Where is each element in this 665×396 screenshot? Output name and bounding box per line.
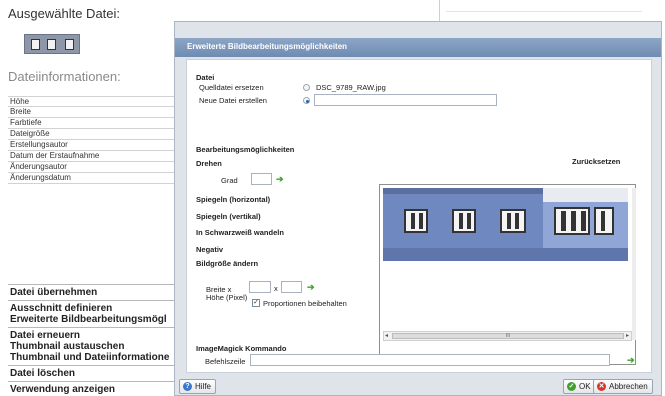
action-show-usage[interactable]: Verwendung anzeigen <box>10 384 176 395</box>
preview-vertical-scrollbar[interactable] <box>632 188 636 340</box>
command-line-label: Befehlszeile <box>205 357 246 366</box>
resize-heading: Bildgröße ändern <box>196 259 259 268</box>
mirror-vertical-option[interactable]: Spiegeln (vertikal) <box>196 212 261 221</box>
options-section-heading: Bearbeitungsmöglichkeiten <box>196 145 295 154</box>
info-row-file-size: Dateigröße <box>8 129 178 140</box>
action-thumbnail-and-info[interactable]: Thumbnail und Dateiinformatione <box>10 352 176 363</box>
width-input[interactable] <box>249 281 271 293</box>
info-row-capture-date: Datum der Erstaufnahme <box>8 151 178 162</box>
degree-label: Grad <box>221 176 238 185</box>
apply-command-arrow-icon[interactable]: ➔ <box>627 355 635 365</box>
new-file-radio[interactable] <box>303 97 310 104</box>
imagemagick-heading: ImageMagick Kommando <box>196 344 287 353</box>
dialog-body: Datei Quelldatei ersetzen DSC_9789_RAW.j… <box>186 59 652 373</box>
preview-photo <box>383 188 628 261</box>
command-line-input[interactable] <box>250 354 610 366</box>
ok-button-label: OK <box>579 382 591 391</box>
file-section-heading: Datei <box>196 73 215 82</box>
preview-horizontal-scrollbar[interactable]: ◂ III ▸ <box>383 331 632 341</box>
action-renew-file[interactable]: Datei erneuern <box>10 330 176 341</box>
mirror-horizontal-option[interactable]: Spiegeln (horizontal) <box>196 195 270 204</box>
file-thumbnail[interactable] <box>24 34 80 54</box>
close-icon: ✕ <box>597 382 606 391</box>
dialog-footer: ? Hilfe ✓ OK ✕ Abbrechen <box>175 377 661 395</box>
info-row-modified-by: Änderungsautor <box>8 162 178 173</box>
file-info-table: Höhe Breite Farbtiefe Dateigröße Erstell… <box>8 96 178 184</box>
action-group: Datei übernehmen <box>8 284 178 300</box>
selected-file-heading: Ausgewählte Datei: <box>8 6 121 21</box>
action-group: Datei löschen <box>8 365 178 381</box>
cancel-button[interactable]: ✕ Abbrechen <box>593 379 653 394</box>
help-button-label: Hilfe <box>195 382 212 391</box>
action-group: Datei erneuern Thumbnail austauschen Thu… <box>8 327 178 365</box>
replace-source-label: Quelldatei ersetzen <box>199 83 264 92</box>
action-group: Verwendung anzeigen <box>8 381 178 396</box>
action-accept-file[interactable]: Datei übernehmen <box>10 287 176 298</box>
keep-ratio-checkbox[interactable]: ✓ <box>252 299 260 307</box>
new-file-name-input[interactable] <box>314 94 497 106</box>
size-separator: x <box>274 284 278 293</box>
help-button[interactable]: ? Hilfe <box>179 379 217 394</box>
file-actions-list: Datei übernehmen Ausschnitt definieren E… <box>8 284 178 396</box>
action-group: Ausschnitt definieren Erweiterte Bildbea… <box>8 300 178 327</box>
info-row-modified-date: Änderungsdatum <box>8 173 178 184</box>
help-icon: ? <box>183 382 192 391</box>
info-row-width: Breite <box>8 107 178 118</box>
scroll-right-arrow-icon[interactable]: ▸ <box>626 332 629 339</box>
info-row-author: Erstellungsautor <box>8 140 178 151</box>
new-file-label: Neue Datei erstellen <box>199 96 267 105</box>
file-info-heading: Dateiinformationen: <box>8 69 121 84</box>
action-replace-thumbnail[interactable]: Thumbnail austauschen <box>10 341 176 352</box>
apply-resize-arrow-icon[interactable]: ➔ <box>307 282 315 292</box>
rotate-heading: Drehen <box>196 159 222 168</box>
dialog-title: Erweiterte Bildbearbeitungsmöglichkeiten <box>187 42 348 51</box>
image-preview: ◂ III ▸ <box>379 184 636 365</box>
keep-ratio-label: Proportionen beibehalten <box>263 299 347 308</box>
advanced-editing-dialog: Erweiterte Bildbearbeitungsmöglichkeiten… <box>174 21 662 396</box>
scroll-left-arrow-icon[interactable]: ◂ <box>385 332 388 339</box>
grayscale-option[interactable]: In Schwarzweiß wandeln <box>196 228 284 237</box>
ok-button[interactable]: ✓ OK <box>563 379 596 394</box>
check-icon: ✓ <box>567 382 576 391</box>
action-define-crop[interactable]: Ausschnitt definieren <box>10 303 176 314</box>
source-filename: DSC_9789_RAW.jpg <box>316 83 386 92</box>
info-row-height: Höhe <box>8 96 178 107</box>
negative-option[interactable]: Negativ <box>196 245 223 254</box>
height-input[interactable] <box>281 281 302 293</box>
action-advanced-editing[interactable]: Erweiterte Bildbearbeitungsmögl <box>10 314 176 325</box>
apply-rotate-arrow-icon[interactable]: ➔ <box>276 174 284 184</box>
info-row-color-depth: Farbtiefe <box>8 118 178 129</box>
height-label: Höhe (Pixel) <box>206 293 248 302</box>
replace-source-radio[interactable] <box>303 84 310 91</box>
cancel-button-label: Abbrechen <box>609 382 648 391</box>
dialog-titlebar[interactable]: Erweiterte Bildbearbeitungsmöglichkeiten <box>175 38 661 57</box>
degree-input[interactable] <box>251 173 272 185</box>
reset-link[interactable]: Zurücksetzen <box>572 157 620 166</box>
action-delete-file[interactable]: Datei löschen <box>10 368 176 379</box>
scroll-thumb[interactable]: III <box>392 333 624 339</box>
